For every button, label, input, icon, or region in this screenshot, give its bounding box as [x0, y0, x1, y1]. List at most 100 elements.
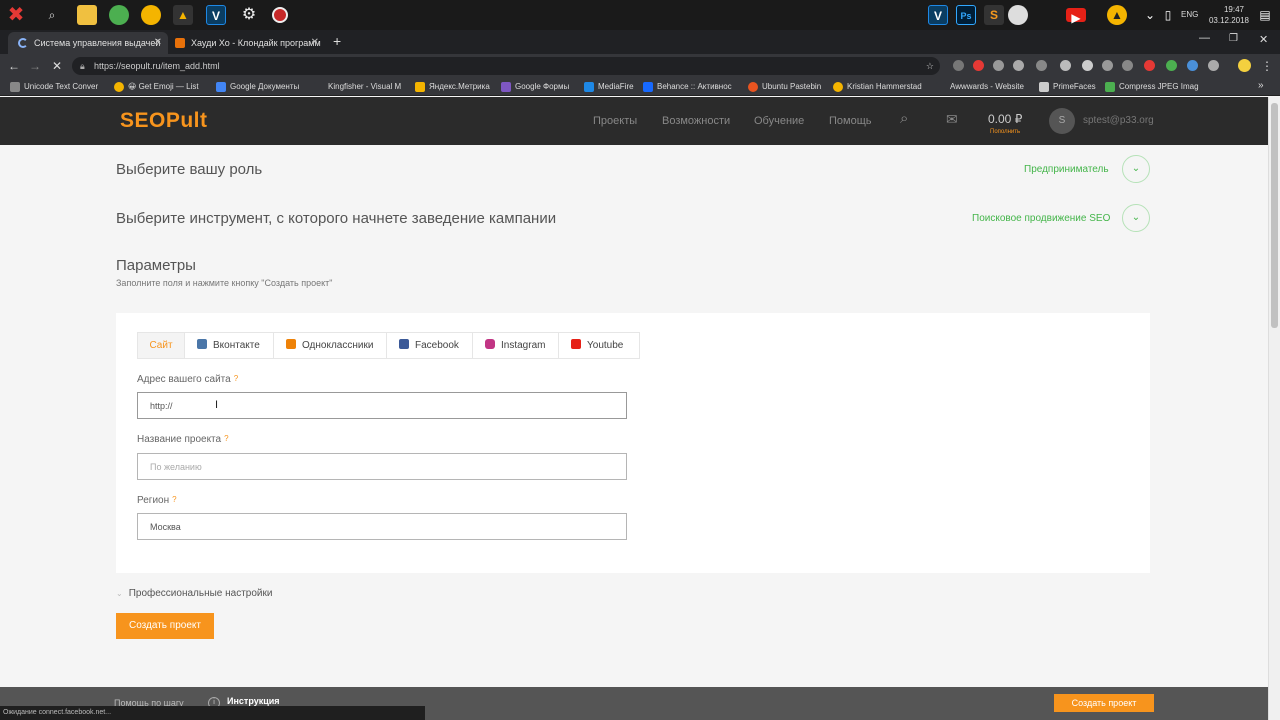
address-bar[interactable]: 🔒︎ https://seopult.ru/item_add.html ☆ — [72, 57, 940, 75]
search-icon[interactable]: ⌕ — [42, 5, 62, 25]
forward-icon[interactable]: → — [27, 58, 43, 74]
project-name-input[interactable] — [137, 453, 627, 480]
clock-date[interactable]: 03.12.2018 — [1204, 16, 1254, 25]
mail-icon[interactable]: ✉ — [946, 111, 958, 128]
bookmark-item[interactable]: Google Формы — [501, 78, 569, 96]
sublime-icon[interactable]: S — [984, 5, 1004, 25]
youtube-tray-icon[interactable]: ▶ — [1066, 8, 1086, 25]
footer-create-project-button[interactable]: Создать проект — [1054, 694, 1154, 712]
warning-icon[interactable]: ▲ — [1107, 5, 1127, 25]
region-input[interactable] — [137, 513, 627, 540]
seopult-logo[interactable]: SEOPult — [120, 109, 208, 133]
browser-tab[interactable]: Хауди Хо - Клондайк программ ✕ — [165, 32, 325, 54]
more-bookmarks-icon[interactable]: » — [1258, 80, 1264, 91]
extension-icon[interactable] — [1122, 60, 1133, 71]
tab-vkontakte[interactable]: Вконтакте — [185, 333, 274, 358]
tab-site[interactable]: Сайт — [138, 333, 185, 358]
close-window-icon[interactable]: ✕ — [1259, 33, 1268, 46]
chevron-up-icon[interactable]: ⌄ — [1140, 5, 1160, 25]
gear-icon[interactable]: ⚙ — [239, 5, 259, 25]
bookmark-item[interactable]: Unicode Text Conver — [10, 78, 98, 96]
bookmark-item[interactable]: Google Документы — [216, 78, 299, 96]
tab-odnoklassniki[interactable]: Одноклассники — [274, 333, 387, 358]
battery-icon: ▯ — [1164, 8, 1172, 22]
maximize-window-icon[interactable]: ❐ — [1229, 33, 1238, 44]
language-indicator[interactable]: ENG — [1181, 10, 1198, 19]
text-cursor-icon: I — [215, 399, 219, 411]
create-project-button[interactable]: Создать проект — [116, 613, 214, 639]
bookmark-item[interactable]: Behance :: Активнос — [643, 78, 732, 96]
notifications-icon[interactable]: ▤ — [1255, 5, 1275, 25]
new-tab-button[interactable]: + — [333, 33, 341, 49]
help-hint-icon[interactable]: ? — [172, 495, 176, 504]
extension-icon[interactable] — [953, 60, 964, 71]
nav-features[interactable]: Возможности — [662, 97, 730, 145]
browser-menu-icon[interactable]: ⋮ — [1259, 58, 1275, 74]
user-avatar[interactable]: S — [1049, 108, 1075, 134]
nav-projects[interactable]: Проекты — [593, 97, 637, 145]
tool-value[interactable]: Поисковое продвижение SEO — [972, 213, 1110, 224]
extension-icon[interactable] — [1187, 60, 1198, 71]
bookmark-item[interactable]: Kristian Hammerstad — [833, 78, 922, 96]
browser-tab-active[interactable]: Система управления выдачей ✕ — [8, 32, 168, 54]
bookmark-item[interactable]: Kingfisher - Visual M — [314, 78, 401, 96]
pro-settings-toggle[interactable]: ⌄ Профессиональные настройки — [116, 588, 272, 599]
vegas-tray-icon[interactable]: V — [928, 5, 948, 25]
stop-loading-icon[interactable]: ✕ — [49, 58, 65, 74]
tab-facebook[interactable]: Facebook — [387, 333, 473, 358]
bookmark-item[interactable]: Compress JPEG Imag — [1105, 78, 1199, 96]
close-tab-icon[interactable]: ✕ — [154, 32, 162, 54]
tab-instagram[interactable]: Instagram — [473, 333, 559, 358]
chrome-icon[interactable] — [109, 5, 129, 25]
vk-icon — [197, 339, 207, 349]
app-bag-icon[interactable]: ▲ — [173, 5, 193, 25]
record-icon[interactable] — [272, 7, 288, 23]
speed-icon[interactable] — [1008, 5, 1028, 25]
bookmark-item[interactable]: Awwwards - Website — [936, 78, 1024, 96]
extension-icon[interactable] — [1082, 60, 1093, 71]
close-tab-icon[interactable]: ✕ — [311, 32, 319, 54]
tab-title: Система управления выдачей — [34, 38, 161, 48]
help-hint-icon[interactable]: ? — [234, 374, 238, 383]
bookmark-item[interactable]: MediaFire — [584, 78, 634, 96]
extension-icon[interactable] — [973, 60, 984, 71]
nav-help[interactable]: Помощь — [829, 97, 872, 145]
chevron-down-icon: ⌄ — [116, 589, 123, 598]
site-address-input[interactable] — [137, 392, 627, 419]
tab-youtube[interactable]: Youtube — [559, 333, 639, 358]
instagram-icon — [485, 339, 495, 349]
extension-icon[interactable] — [1102, 60, 1113, 71]
role-value[interactable]: Предприниматель — [1024, 164, 1109, 175]
vegas-icon[interactable]: V — [206, 5, 226, 25]
bookmark-item[interactable]: Яндекс.Метрика — [415, 78, 490, 96]
tool-expand-chevron-icon[interactable]: ⌄ — [1122, 204, 1150, 232]
user-email[interactable]: sptest@p33.org — [1083, 97, 1154, 145]
nav-learning[interactable]: Обучение — [754, 97, 804, 145]
bookmark-star-icon[interactable]: ☆ — [926, 57, 934, 75]
balance-amount[interactable]: 0.00 ₽ — [988, 112, 1022, 126]
scroll-thumb[interactable] — [1271, 103, 1278, 328]
extension-icon[interactable] — [1013, 60, 1024, 71]
minimize-window-icon[interactable]: — — [1199, 32, 1210, 44]
back-icon[interactable]: ← — [6, 58, 22, 74]
bookmark-item[interactable]: Ubuntu Pastebin — [748, 78, 821, 96]
role-expand-chevron-icon[interactable]: ⌄ — [1122, 155, 1150, 183]
search-icon[interactable]: ⌕ — [900, 110, 908, 127]
photoshop-icon[interactable]: Ps — [956, 5, 976, 25]
page-scrollbar[interactable] — [1268, 97, 1280, 720]
extension-icon[interactable] — [1036, 60, 1047, 71]
clock-time[interactable]: 19:47 — [1214, 5, 1254, 14]
extension-icon[interactable] — [1166, 60, 1177, 71]
app-yellow-icon[interactable] — [141, 5, 161, 25]
file-explorer-icon[interactable] — [77, 5, 97, 25]
extension-icon[interactable] — [1060, 60, 1071, 71]
extension-icon[interactable] — [993, 60, 1004, 71]
profile-avatar-icon[interactable] — [1238, 59, 1251, 72]
bookmark-item[interactable]: PrimeFaces — [1039, 78, 1096, 96]
bookmark-item[interactable]: 😀 Get Emoji — List — [114, 78, 199, 96]
help-hint-icon[interactable]: ? — [224, 434, 228, 443]
app-x-icon[interactable]: ✖ — [6, 5, 26, 25]
top-up-link[interactable]: Пополнить — [990, 129, 1020, 135]
extension-icon[interactable] — [1208, 60, 1219, 71]
extension-icon[interactable] — [1144, 60, 1155, 71]
